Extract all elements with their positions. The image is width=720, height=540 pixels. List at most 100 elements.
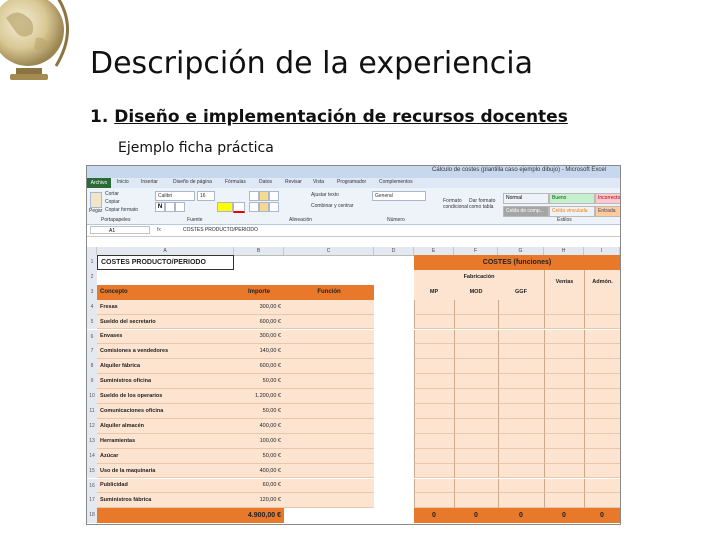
importe-cell[interactable]: 1.200,00 €: [234, 389, 284, 404]
ggf-header[interactable]: GGF: [498, 284, 544, 300]
concepto-cell[interactable]: Comisiones a vendedores: [97, 344, 234, 360]
name-box[interactable]: A1: [90, 226, 150, 234]
cost-cell[interactable]: [414, 493, 454, 509]
funcion-cell[interactable]: [284, 493, 374, 509]
row-number[interactable]: 18: [87, 508, 97, 524]
cost-cell[interactable]: [498, 433, 544, 449]
column-header[interactable]: G: [498, 247, 544, 255]
row-number[interactable]: 6: [87, 329, 97, 345]
cost-cell[interactable]: [498, 493, 544, 509]
funcion-cell[interactable]: [284, 389, 374, 404]
style-incorrecto[interactable]: Incorrecto: [595, 193, 620, 204]
cost-cell[interactable]: [454, 448, 498, 464]
cost-cell[interactable]: [414, 418, 454, 434]
cost-cell[interactable]: [454, 344, 498, 360]
ventas-cell[interactable]: Ventas: [544, 269, 584, 285]
cost-cell[interactable]: [584, 448, 620, 464]
cost-cell[interactable]: [544, 493, 584, 509]
cost-cell[interactable]: [498, 374, 544, 390]
funciones-title-cell[interactable]: COSTES (funciones): [414, 255, 620, 270]
cost-cell[interactable]: [454, 478, 498, 494]
column-header[interactable]: I: [584, 247, 620, 255]
importe-header[interactable]: Importe: [234, 284, 284, 300]
cost-cell[interactable]: [544, 359, 584, 375]
cost-cell[interactable]: [498, 448, 544, 464]
number-format-select[interactable]: General: [372, 191, 426, 201]
concepto-cell[interactable]: Publicidad: [97, 478, 234, 494]
cost-cell[interactable]: [544, 314, 584, 330]
cost-cell[interactable]: [498, 389, 544, 404]
cost-cell[interactable]: [498, 344, 544, 360]
tab-inicio[interactable]: Inicio: [117, 179, 129, 185]
paste-button[interactable]: Pegar: [89, 208, 102, 214]
formula-input[interactable]: COSTES PRODUCTO/PERIODO: [183, 227, 258, 233]
bold-button[interactable]: N: [155, 202, 165, 212]
cost-cell[interactable]: [544, 299, 584, 315]
concepto-cell[interactable]: Comunicaciones oficina: [97, 404, 234, 419]
concepto-cell[interactable]: Suministros oficina: [97, 374, 234, 390]
concepto-cell[interactable]: Alquiler almacén: [97, 418, 234, 434]
tab-vista[interactable]: Vista: [313, 179, 324, 185]
cost-cell[interactable]: [454, 314, 498, 330]
cost-cell[interactable]: [414, 359, 454, 375]
funcion-cell[interactable]: [284, 478, 374, 494]
row-number[interactable]: 10: [87, 389, 97, 404]
row-number[interactable]: 5: [87, 314, 97, 330]
column-header[interactable]: B: [234, 247, 284, 255]
concepto-cell[interactable]: Envases: [97, 329, 234, 345]
funcion-cell[interactable]: [284, 448, 374, 464]
concepto-cell[interactable]: Herramientas: [97, 433, 234, 449]
tab-insertar[interactable]: Insertar: [141, 179, 158, 185]
tab-complementos[interactable]: Complementos: [379, 179, 413, 185]
zero-cell[interactable]: 0: [544, 508, 584, 524]
funcion-cell[interactable]: [284, 299, 374, 315]
worksheet-grid[interactable]: 1 COSTES PRODUCTO/PERIODO COSTES (funcione…: [87, 255, 620, 524]
paste-icon[interactable]: [90, 192, 102, 208]
importe-cell[interactable]: 120,00 €: [234, 493, 284, 509]
funcion-cell[interactable]: [284, 329, 374, 345]
cost-cell[interactable]: [544, 448, 584, 464]
zero-cell[interactable]: 0: [454, 508, 498, 524]
style-bueno[interactable]: Bueno: [549, 193, 595, 204]
cost-cell[interactable]: [584, 463, 620, 479]
wrap-text-button[interactable]: Ajustar texto: [311, 192, 339, 198]
concepto-cell[interactable]: Sueldo de los operarios: [97, 389, 234, 404]
importe-cell[interactable]: 400,00 €: [234, 463, 284, 479]
concepto-cell[interactable]: Alquiler fábrica: [97, 359, 234, 375]
cost-cell[interactable]: [544, 463, 584, 479]
cost-cell[interactable]: [414, 448, 454, 464]
tab-revisar[interactable]: Revisar: [285, 179, 302, 185]
align-middle-button[interactable]: [259, 191, 269, 201]
tab-diseno[interactable]: Diseño de página: [173, 179, 212, 185]
cost-cell[interactable]: [414, 344, 454, 360]
mp-header[interactable]: MP: [414, 284, 454, 300]
column-header[interactable]: A: [97, 247, 234, 255]
cost-cell[interactable]: [454, 463, 498, 479]
cost-cell[interactable]: [584, 389, 620, 404]
row-number[interactable]: 16: [87, 478, 97, 494]
cost-cell[interactable]: [414, 433, 454, 449]
underline-button[interactable]: [175, 202, 185, 212]
admon-spacer[interactable]: [584, 284, 620, 300]
cost-cell[interactable]: [454, 389, 498, 404]
row-number[interactable]: 3: [87, 284, 97, 300]
font-size-select[interactable]: 16: [197, 191, 215, 201]
concepto-cell[interactable]: Azúcar: [97, 448, 234, 464]
format-as-table-button[interactable]: Dar formato como tabla: [469, 198, 499, 210]
cost-cell[interactable]: [584, 344, 620, 360]
select-all-corner[interactable]: [87, 247, 97, 255]
cost-cell[interactable]: [544, 478, 584, 494]
cost-cell[interactable]: [544, 404, 584, 419]
align-top-button[interactable]: [249, 191, 259, 201]
funcion-cell[interactable]: [284, 359, 374, 375]
importe-cell[interactable]: 50,00 €: [234, 448, 284, 464]
concepto-header[interactable]: Concepto: [97, 284, 234, 300]
funcion-cell[interactable]: [284, 314, 374, 330]
importe-cell[interactable]: 600,00 €: [234, 314, 284, 330]
column-header[interactable]: C: [284, 247, 374, 255]
column-header[interactable]: F: [454, 247, 498, 255]
row-number[interactable]: 8: [87, 359, 97, 375]
copy-button[interactable]: Copiar: [105, 199, 120, 205]
mod-header[interactable]: MOD: [454, 284, 498, 300]
cost-cell[interactable]: [414, 314, 454, 330]
